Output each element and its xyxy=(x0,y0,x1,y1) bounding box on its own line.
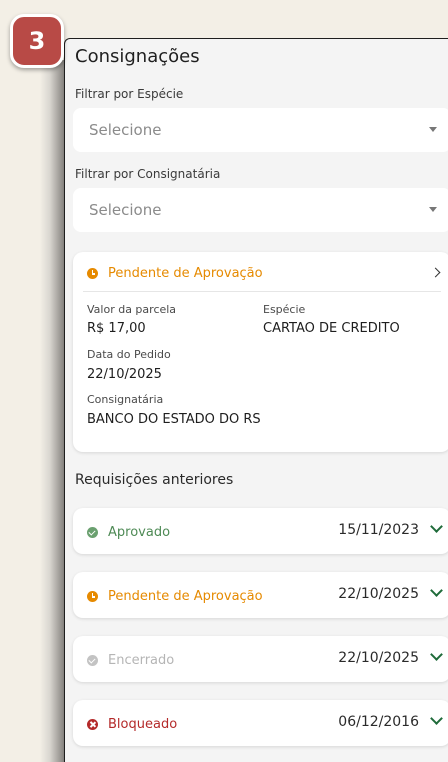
clock-icon xyxy=(87,268,98,279)
current-request-card[interactable]: Pendente de Aprovação Valor da parcela R… xyxy=(73,252,448,452)
status-label: Bloqueado xyxy=(108,717,178,732)
status-label: Pendente de Aprovação xyxy=(108,266,263,281)
data-pedido-label: Data do Pedido xyxy=(87,348,171,361)
step-number-badge: 3 xyxy=(10,14,64,68)
app-screen: Consignações Filtrar por Espécie Selecio… xyxy=(64,38,448,762)
chevron-down-icon[interactable] xyxy=(430,520,443,533)
data-pedido-value: 22/10/2025 xyxy=(87,367,162,382)
request-status: Pendente de Aprovação xyxy=(87,589,263,604)
x-circle-icon xyxy=(87,719,98,730)
filter-especie-placeholder: Selecione xyxy=(89,121,162,139)
current-request-status: Pendente de Aprovação xyxy=(87,266,263,281)
valor-value: R$ 17,00 xyxy=(87,321,146,336)
divider xyxy=(83,291,441,292)
filter-especie-select[interactable]: Selecione xyxy=(73,108,448,152)
request-status: Aprovado xyxy=(87,525,170,540)
consignataria-value: BANCO DO ESTADO DO RS xyxy=(87,412,261,427)
previous-request-item[interactable]: Encerrado 22/10/2025 xyxy=(73,636,448,682)
request-date: 22/10/2025 xyxy=(338,650,419,666)
request-date: 22/10/2025 xyxy=(338,586,419,602)
chevron-down-icon xyxy=(429,127,437,132)
check-circle-icon xyxy=(87,527,98,538)
chevron-right-icon[interactable] xyxy=(430,267,441,278)
clock-icon xyxy=(87,591,98,602)
request-status: Encerrado xyxy=(87,653,174,668)
chevron-down-icon[interactable] xyxy=(430,712,443,725)
status-label: Pendente de Aprovação xyxy=(108,589,263,604)
check-circle-icon xyxy=(87,655,98,666)
filter-consignataria-placeholder: Selecione xyxy=(89,201,162,219)
request-status: Bloqueado xyxy=(87,717,177,732)
especie-value: CARTAO DE CREDITO xyxy=(263,321,400,336)
request-date: 15/11/2023 xyxy=(338,522,419,538)
chevron-down-icon[interactable] xyxy=(430,648,443,661)
consignataria-label: Consignatária xyxy=(87,393,164,406)
previous-request-item[interactable]: Aprovado 15/11/2023 xyxy=(73,508,448,554)
chevron-down-icon xyxy=(429,207,437,212)
filter-consignataria-label: Filtrar por Consignatária xyxy=(75,167,221,181)
filter-especie-label: Filtrar por Espécie xyxy=(75,87,184,101)
previous-request-item[interactable]: Pendente de Aprovação 22/10/2025 xyxy=(73,572,448,618)
status-label: Aprovado xyxy=(108,525,171,540)
status-label: Encerrado xyxy=(108,653,175,668)
previous-requests-title: Requisições anteriores xyxy=(75,472,234,488)
request-date: 06/12/2016 xyxy=(338,714,419,730)
especie-label: Espécie xyxy=(263,303,306,316)
filter-consignataria-select[interactable]: Selecione xyxy=(73,188,448,232)
valor-label: Valor da parcela xyxy=(87,303,177,316)
page-title: Consignações xyxy=(75,46,200,67)
chevron-down-icon[interactable] xyxy=(430,584,443,597)
previous-request-item[interactable]: Bloqueado 06/12/2016 xyxy=(73,700,448,746)
